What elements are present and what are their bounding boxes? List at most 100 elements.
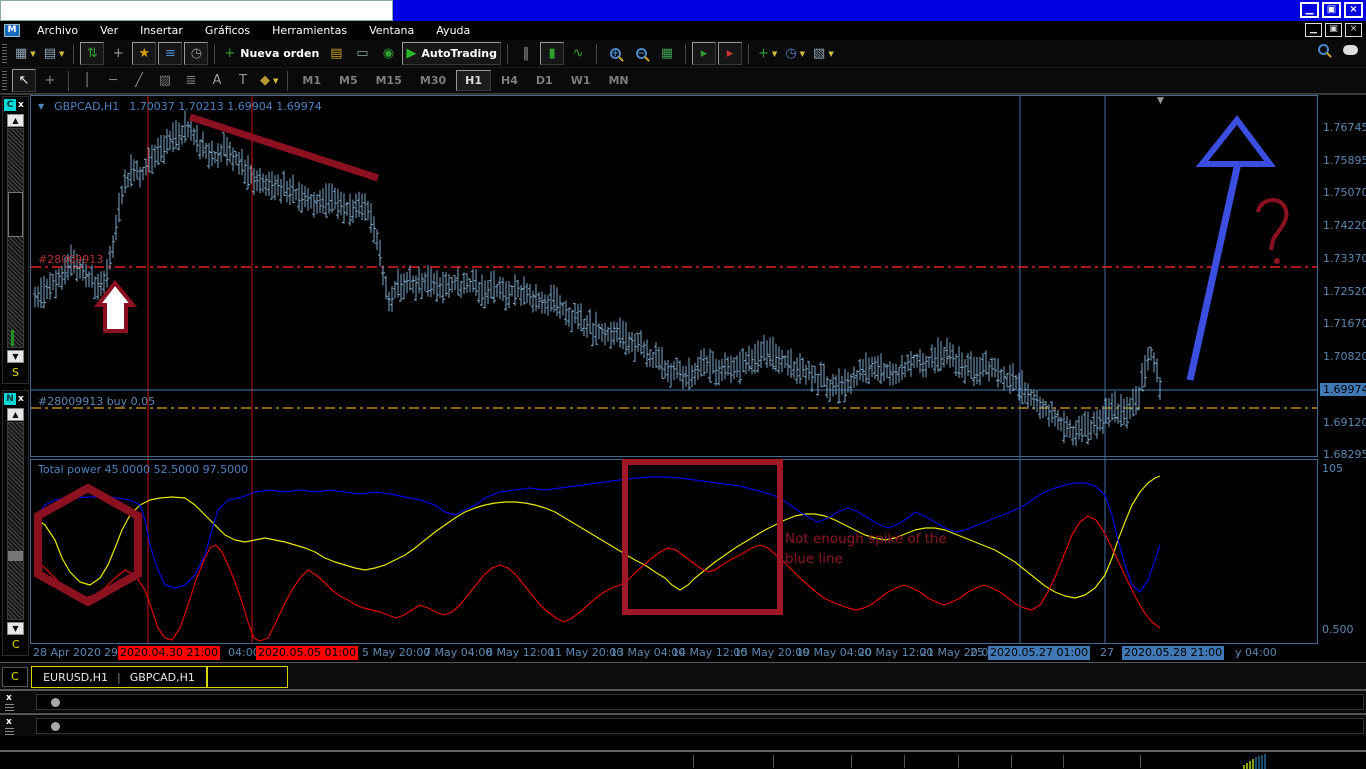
toolbar-grip[interactable] — [2, 43, 7, 64]
scrollbar-track[interactable] — [7, 128, 24, 348]
dropdown-arrow-icon[interactable]: ▼ — [30, 50, 35, 58]
market-watch-strip: C x ▲ ▼ S — [2, 96, 29, 384]
close-icon[interactable]: × — [1344, 2, 1363, 18]
scrollbar-thumb[interactable] — [8, 192, 23, 237]
print-button[interactable]: ▭ — [350, 42, 374, 65]
child-restore-icon[interactable]: ▣ — [1325, 23, 1342, 37]
panel-grip[interactable] — [5, 704, 14, 711]
child-close-icon[interactable]: × — [1345, 23, 1362, 37]
status-separator — [1011, 755, 1012, 768]
minimized-window-box[interactable]: C — [2, 667, 28, 687]
strip-letter: C — [12, 638, 20, 651]
menu-item-ayuda[interactable]: Ayuda — [425, 24, 481, 37]
chart-shift-marker-icon[interactable]: ▼ — [1157, 96, 1164, 106]
new-chart-button[interactable]: ▦ ▼ — [12, 42, 39, 65]
indicators-button[interactable]: + ▼ — [755, 42, 780, 65]
menu-item-ver[interactable]: Ver — [89, 24, 129, 37]
timeframe-h1[interactable]: H1 — [456, 70, 492, 91]
periods-button[interactable]: ◷ ▼ — [782, 42, 808, 65]
chart-shift-button[interactable]: ▸ — [718, 42, 743, 65]
blue-arrow-head-annotation[interactable] — [1195, 115, 1276, 167]
menu-item-gráficos[interactable]: Gráficos — [194, 24, 261, 37]
vertical-line-button[interactable]: │ — [75, 69, 99, 92]
timeframe-m15[interactable]: M15 — [368, 71, 410, 90]
chart-canvas[interactable] — [30, 95, 1366, 662]
dropdown-arrow-icon[interactable]: ▼ — [273, 77, 278, 85]
candlestick-button[interactable]: ▮ — [540, 42, 565, 65]
cursor-button[interactable]: ↖ — [12, 69, 36, 92]
question-mark-annotation[interactable] — [1256, 198, 1289, 251]
arrows-button[interactable]: ◆ ▼ — [257, 69, 281, 92]
market-watch-button[interactable]: ⇅ — [80, 42, 105, 65]
search-icon[interactable] — [1318, 44, 1329, 55]
navigator-button[interactable]: ★ — [132, 42, 157, 65]
dropdown-arrow-icon[interactable]: ▼ — [772, 50, 777, 58]
restore-icon[interactable]: ▣ — [1322, 2, 1341, 18]
box-annotation[interactable] — [622, 459, 783, 615]
scroll-down-icon[interactable]: ▼ — [7, 622, 24, 635]
dropdown-arrow-icon[interactable]: ▼ — [828, 50, 833, 58]
chart-window[interactable]: ▼ GBPCAD,H1 1.70037 1.70213 1.69904 1.69… — [30, 95, 1366, 662]
new-order-button[interactable]: + Nueva orden — [221, 42, 322, 65]
toolbar-grip[interactable] — [2, 70, 7, 91]
line-chart-button[interactable]: ∿ — [566, 42, 590, 65]
fibonacci-button[interactable]: ≣ — [179, 69, 203, 92]
close-icon[interactable]: x — [6, 693, 12, 703]
timeframe-m30[interactable]: M30 — [412, 71, 454, 90]
chevron-down-icon[interactable]: ▼ — [38, 102, 44, 111]
metaeditor-button[interactable]: ▤ — [324, 42, 348, 65]
auto-scroll-button[interactable]: ▸ — [692, 42, 717, 65]
dropdown-arrow-icon[interactable]: ▼ — [800, 50, 805, 58]
zoom-out-button[interactable]: − — [629, 42, 653, 65]
dropdown-arrow-icon[interactable]: ▼ — [59, 50, 64, 58]
menu-item-ventana[interactable]: Ventana — [358, 24, 425, 37]
trendline-button[interactable]: ╱ — [127, 69, 151, 92]
horizontal-line-button[interactable]: ─ — [101, 69, 125, 92]
strategy-tester-button[interactable]: ◷ — [184, 42, 209, 65]
crosshair-button[interactable]: + — [38, 69, 62, 92]
blue-arrow-shaft-annotation[interactable] — [1186, 162, 1242, 381]
scroll-up-icon[interactable]: ▲ — [7, 114, 24, 127]
label-button[interactable]: T — [231, 69, 255, 92]
tab-eurusd[interactable]: EURUSD,H1 — [43, 671, 108, 684]
empty-tab-box[interactable] — [207, 666, 288, 688]
autotrading-button[interactable]: ▶ AutoTrading — [402, 42, 502, 65]
menu-item-archivo[interactable]: Archivo — [26, 24, 89, 37]
question-mark-dot[interactable] — [1274, 258, 1280, 264]
tab-gbpcad[interactable]: GBPCAD,H1 — [130, 671, 195, 684]
timeframe-d1[interactable]: D1 — [528, 71, 561, 90]
connection-button[interactable]: ◉ — [376, 42, 400, 65]
timeframe-mn[interactable]: MN — [600, 71, 636, 90]
close-icon[interactable]: x — [6, 717, 12, 727]
chat-icon[interactable] — [1343, 44, 1358, 55]
timeframe-m5[interactable]: M5 — [331, 71, 366, 90]
timeframe-w1[interactable]: W1 — [563, 71, 599, 90]
tile-windows-button[interactable]: ▦ — [655, 42, 679, 65]
scrollbar-thumb[interactable] — [8, 551, 23, 561]
menu-item-herramientas[interactable]: Herramientas — [261, 24, 358, 37]
menu-item-insertar[interactable]: Insertar — [129, 24, 194, 37]
text-button[interactable]: A — [205, 69, 229, 92]
zoom-in-button[interactable]: + — [603, 42, 627, 65]
scroll-down-icon[interactable]: ▼ — [7, 350, 24, 363]
chart-profiles-button[interactable]: ▤ ▼ — [41, 42, 68, 65]
panel-grip[interactable] — [5, 728, 14, 735]
close-icon[interactable]: x — [18, 100, 24, 110]
templates-button[interactable]: ▧ ▼ — [810, 42, 837, 65]
price-axis-label: 1.71670 — [1323, 317, 1366, 330]
bar-chart-button[interactable]: ‖ — [514, 42, 538, 65]
channel-button[interactable]: ▨ — [153, 69, 177, 92]
up-arrow-annotation[interactable] — [93, 279, 138, 333]
time-axis-label: 29 — [104, 646, 118, 659]
minimize-icon[interactable]: ▁ — [1300, 2, 1319, 18]
scroll-up-icon[interactable]: ▲ — [7, 408, 24, 421]
scrollbar-track[interactable] — [7, 422, 24, 620]
terminal-button[interactable]: ≡ — [158, 42, 183, 65]
close-icon[interactable]: x — [18, 394, 24, 404]
crosshair-window-button[interactable]: + — [106, 42, 130, 65]
note-annotation[interactable]: Not enough spike of the blue line — [785, 529, 947, 569]
timeframe-m1[interactable]: M1 — [294, 71, 329, 90]
timeframe-h4[interactable]: H4 — [493, 71, 526, 90]
price-axis-label: 1.74220 — [1323, 219, 1366, 232]
child-minimize-icon[interactable]: ▁ — [1305, 23, 1322, 37]
